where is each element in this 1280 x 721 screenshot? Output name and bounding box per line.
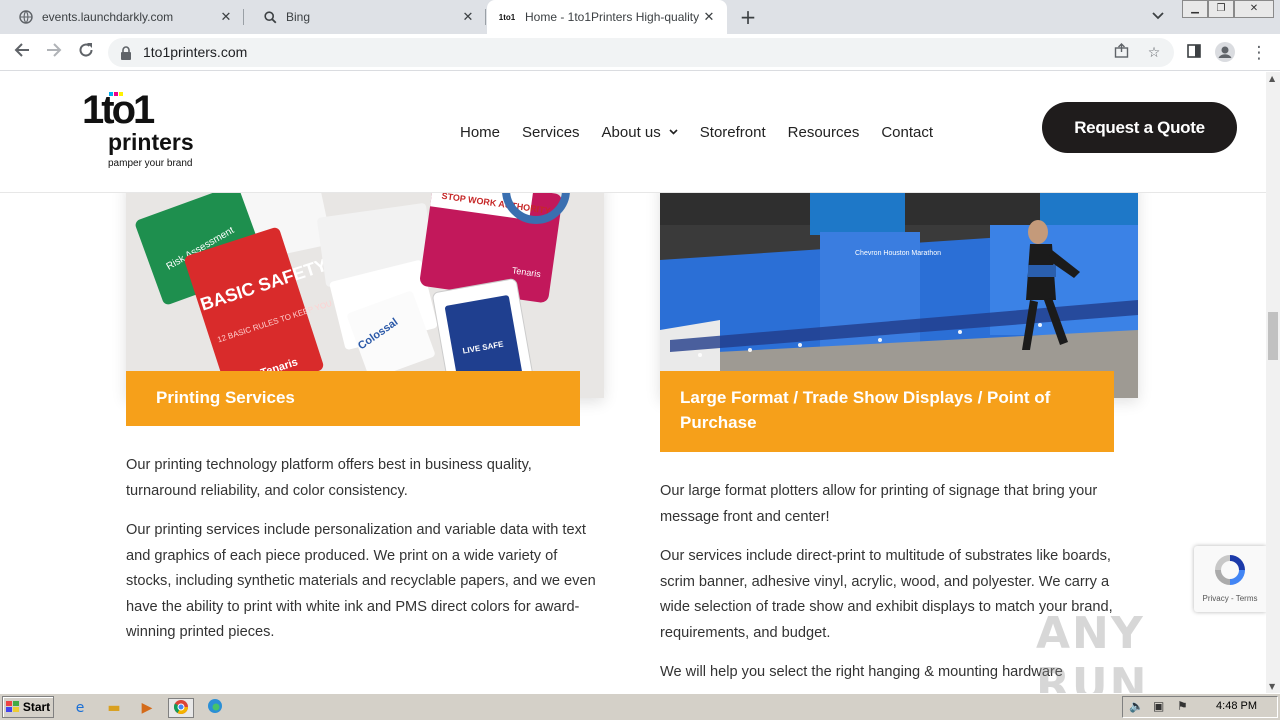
windows-logo-icon	[5, 701, 19, 712]
logo-wordmark: printers	[108, 129, 194, 155]
address-bar[interactable]: 1to1printers.com ☆	[108, 38, 1174, 67]
request-quote-button[interactable]: Request a Quote	[1042, 102, 1237, 153]
printing-services-paragraph: Our printing technology platform offers …	[126, 457, 532, 499]
nav-storefront[interactable]: Storefront	[700, 124, 766, 141]
system-tray: 🔈 ▣ ⚑ 4:48 PM	[1122, 696, 1278, 718]
logo-color-dots-icon	[109, 92, 123, 96]
tab-title: events.launchdarkly.com	[42, 10, 174, 24]
close-window-button[interactable]: ✕	[1234, 0, 1274, 18]
main-nav: Home Services About us Storefront Resour…	[460, 124, 955, 141]
back-arrow-icon[interactable]	[11, 42, 33, 64]
nav-home[interactable]: Home	[460, 124, 500, 141]
large-format-paragraph: Our large format plotters allow for prin…	[660, 483, 1098, 525]
side-panel-icon[interactable]	[1183, 42, 1205, 64]
printing-services-paragraph: Our printing services include personaliz…	[126, 522, 596, 640]
globe-icon	[18, 9, 34, 25]
page-scrollbar[interactable]: ▲ ▼	[1266, 72, 1280, 693]
nav-resources[interactable]: Resources	[788, 124, 860, 141]
close-icon[interactable]: ✕	[460, 9, 476, 25]
tab-1to1printers[interactable]: 1to1 Home - 1to1Printers High-quality Pr…	[487, 0, 727, 34]
anyrun-watermark: ANY RUN	[1036, 608, 1149, 693]
forward-arrow-icon[interactable]	[43, 42, 65, 64]
chrome-icon[interactable]	[168, 698, 194, 718]
network-icon[interactable]: ▣	[1153, 699, 1164, 713]
chevron-down-icon	[669, 127, 678, 138]
reload-icon[interactable]	[75, 42, 97, 64]
large-format-title[interactable]: Large Format / Trade Show Displays / Poi…	[660, 371, 1114, 452]
url-text: 1to1printers.com	[143, 44, 248, 60]
ie-icon[interactable]: e	[70, 698, 90, 718]
nav-about-us[interactable]: About us	[602, 124, 678, 141]
bookmark-star-icon[interactable]: ☆	[1144, 43, 1164, 63]
printing-services-image: Risk Assessment BASIC SAFETY RULES 12 BA…	[126, 180, 604, 398]
svg-text:Chevron Houston Marathon: Chevron Houston Marathon	[855, 250, 941, 257]
tab-title: Bing	[286, 10, 311, 24]
1to1-favicon-icon: 1to1	[498, 12, 516, 22]
volume-icon[interactable]: 🔈	[1129, 699, 1144, 713]
tab-events-launchdarkly[interactable]: events.launchdarkly.com ✕	[8, 0, 244, 34]
minimize-button[interactable]: ▁	[1182, 0, 1208, 18]
start-button[interactable]: Start	[2, 696, 54, 718]
share-icon[interactable]	[1111, 43, 1131, 63]
browser-toolbar: 1to1printers.com ☆ ⋮	[0, 34, 1280, 71]
recaptcha-badge[interactable]: Privacy - Terms	[1194, 546, 1266, 612]
chevron-down-icon[interactable]	[1152, 9, 1164, 23]
site-header: 1to1 printers pamper your brand Home Ser…	[0, 72, 1266, 193]
clock: 4:48 PM	[1216, 700, 1257, 712]
large-format-image: Chevron Houston Marathon	[660, 180, 1138, 398]
tab-title: Home - 1to1Printers High-quality Prin	[525, 10, 701, 24]
tab-bing[interactable]: Bing ✕	[252, 0, 486, 34]
flag-icon[interactable]: ⚑	[1177, 699, 1188, 713]
tab-strip: events.launchdarkly.com ✕ Bing ✕ 1to1 Ho…	[0, 0, 1280, 34]
recaptcha-icon	[1215, 555, 1245, 585]
scroll-down-icon[interactable]: ▼	[1269, 682, 1275, 691]
media-player-icon[interactable]: ▶	[137, 698, 157, 718]
edge-icon[interactable]	[205, 698, 225, 718]
folder-icon[interactable]: ▬	[104, 698, 124, 718]
logo-tagline: pamper your brand	[108, 158, 193, 169]
nav-services[interactable]: Services	[522, 124, 580, 141]
site-logo[interactable]: 1to1 printers pamper your brand	[82, 90, 197, 172]
recaptcha-links[interactable]: Privacy - Terms	[1194, 594, 1266, 603]
search-icon	[262, 9, 278, 25]
nav-contact[interactable]: Contact	[881, 124, 933, 141]
close-icon[interactable]: ✕	[218, 9, 234, 25]
scroll-thumb[interactable]	[1268, 312, 1278, 360]
lock-icon	[120, 45, 134, 60]
page-viewport: 1to1 printers pamper your brand Home Ser…	[0, 72, 1266, 693]
restore-button[interactable]: ❐	[1208, 0, 1234, 18]
taskbar: Start e ▬ ▶ 🔈 ▣ ⚑ 4:48 PM	[0, 693, 1280, 720]
kebab-menu-icon[interactable]: ⋮	[1248, 42, 1270, 64]
close-icon[interactable]: ✕	[701, 9, 717, 25]
scroll-up-icon[interactable]: ▲	[1269, 74, 1275, 83]
new-tab-button[interactable]: +	[737, 6, 759, 28]
profile-avatar-icon[interactable]	[1214, 42, 1236, 64]
printing-services-title[interactable]: Printing Services	[126, 371, 580, 426]
